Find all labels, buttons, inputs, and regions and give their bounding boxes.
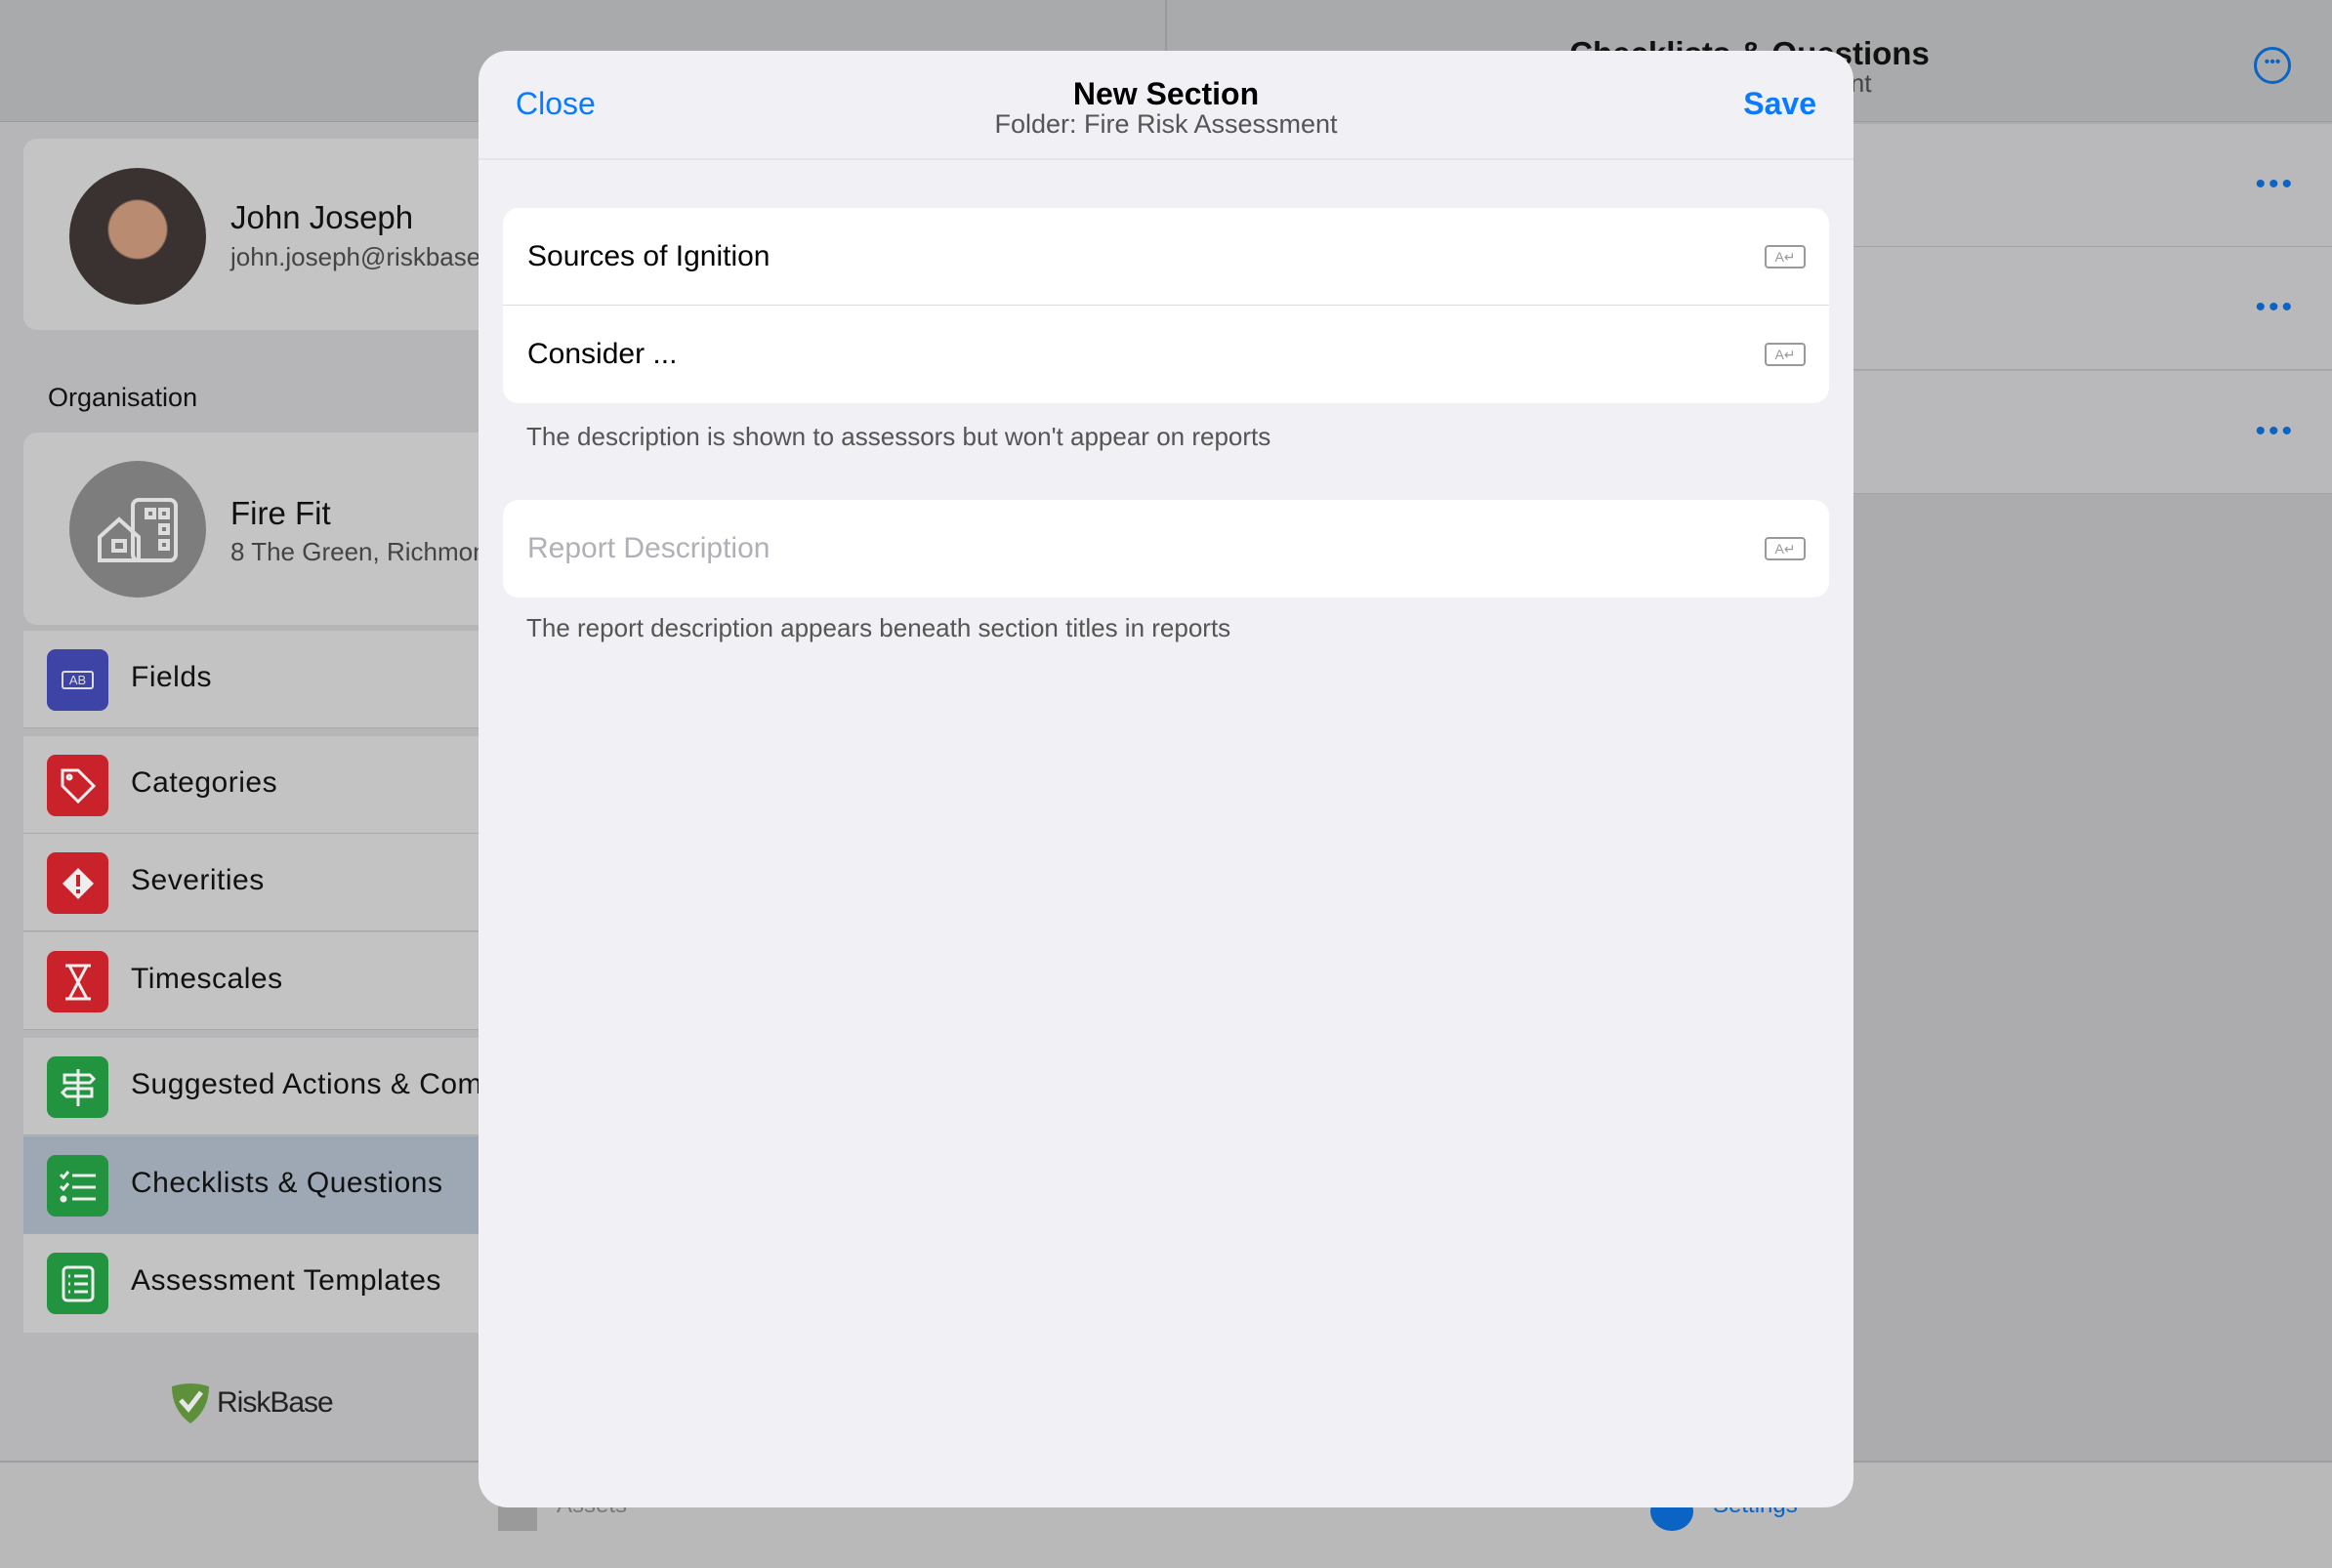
warning-diamond-icon — [47, 852, 108, 914]
template-icon — [47, 1253, 108, 1314]
ellipsis-icon[interactable]: ••• — [2255, 415, 2295, 448]
keyboard-return-icon: A↵ — [1765, 537, 1806, 560]
sidebar-item-label: Timescales — [131, 963, 283, 995]
hourglass-icon — [47, 951, 108, 1012]
ellipsis-icon[interactable]: ••• — [2255, 291, 2295, 324]
section-name-value[interactable]: Sources of Ignition — [527, 240, 770, 273]
sidebar-item-label: Fields — [131, 661, 213, 693]
keyboard-return-icon: A↵ — [1765, 245, 1806, 268]
section-description-field[interactable]: Consider ... A↵ — [503, 306, 1829, 403]
sidebar-item-label: Assessment Templates — [131, 1264, 441, 1297]
text-field-icon: AB — [47, 649, 108, 711]
building-icon — [69, 461, 206, 598]
save-button[interactable]: Save — [1743, 86, 1816, 122]
sidebar-item-label: Checklists & Questions — [131, 1167, 443, 1199]
keyboard-return-icon: A↵ — [1765, 343, 1806, 366]
avatar — [69, 168, 206, 305]
sidebar-item-label: Severities — [131, 864, 265, 896]
checklist-icon — [47, 1155, 108, 1217]
riskbase-logo: RiskBase — [168, 1381, 334, 1425]
section-name-field[interactable]: Sources of Ignition A↵ — [503, 208, 1829, 306]
modal-title: New Section — [1072, 76, 1260, 111]
report-description-help-text: The report description appears beneath s… — [526, 613, 1231, 642]
modal-header: Close New Section Folder: Fire Risk Asse… — [479, 51, 1853, 160]
section-description-value[interactable]: Consider ... — [527, 338, 677, 371]
organisation-address: 8 The Green, Richmond — [230, 537, 501, 566]
tag-icon — [47, 755, 108, 816]
report-description-placeholder[interactable]: Report Description — [527, 532, 770, 565]
profile-email: john.joseph@riskbase.io — [230, 242, 508, 271]
profile-name: John Joseph — [230, 199, 414, 235]
ellipsis-icon[interactable]: ••• — [2255, 168, 2295, 201]
shield-check-icon — [172, 1383, 209, 1424]
report-description-card: Report Description A↵ — [503, 500, 1829, 598]
modal-subtitle: Folder: Fire Risk Assessment — [994, 109, 1338, 139]
sidebar-item-label: Categories — [131, 766, 278, 799]
section-fields-card: Sources of Ignition A↵ Consider ... A↵ — [503, 208, 1829, 403]
more-options-button[interactable]: ••• — [2254, 47, 2291, 84]
signpost-icon — [47, 1056, 108, 1118]
organisation-name: Fire Fit — [230, 495, 331, 531]
organisation-heading: Organisation — [48, 383, 198, 412]
new-section-modal: Close New Section Folder: Fire Risk Asse… — [479, 51, 1853, 1507]
logo-text: RiskBase — [217, 1386, 334, 1419]
description-help-text: The description is shown to assessors bu… — [526, 422, 1271, 451]
report-description-field[interactable]: Report Description A↵ — [503, 500, 1829, 598]
